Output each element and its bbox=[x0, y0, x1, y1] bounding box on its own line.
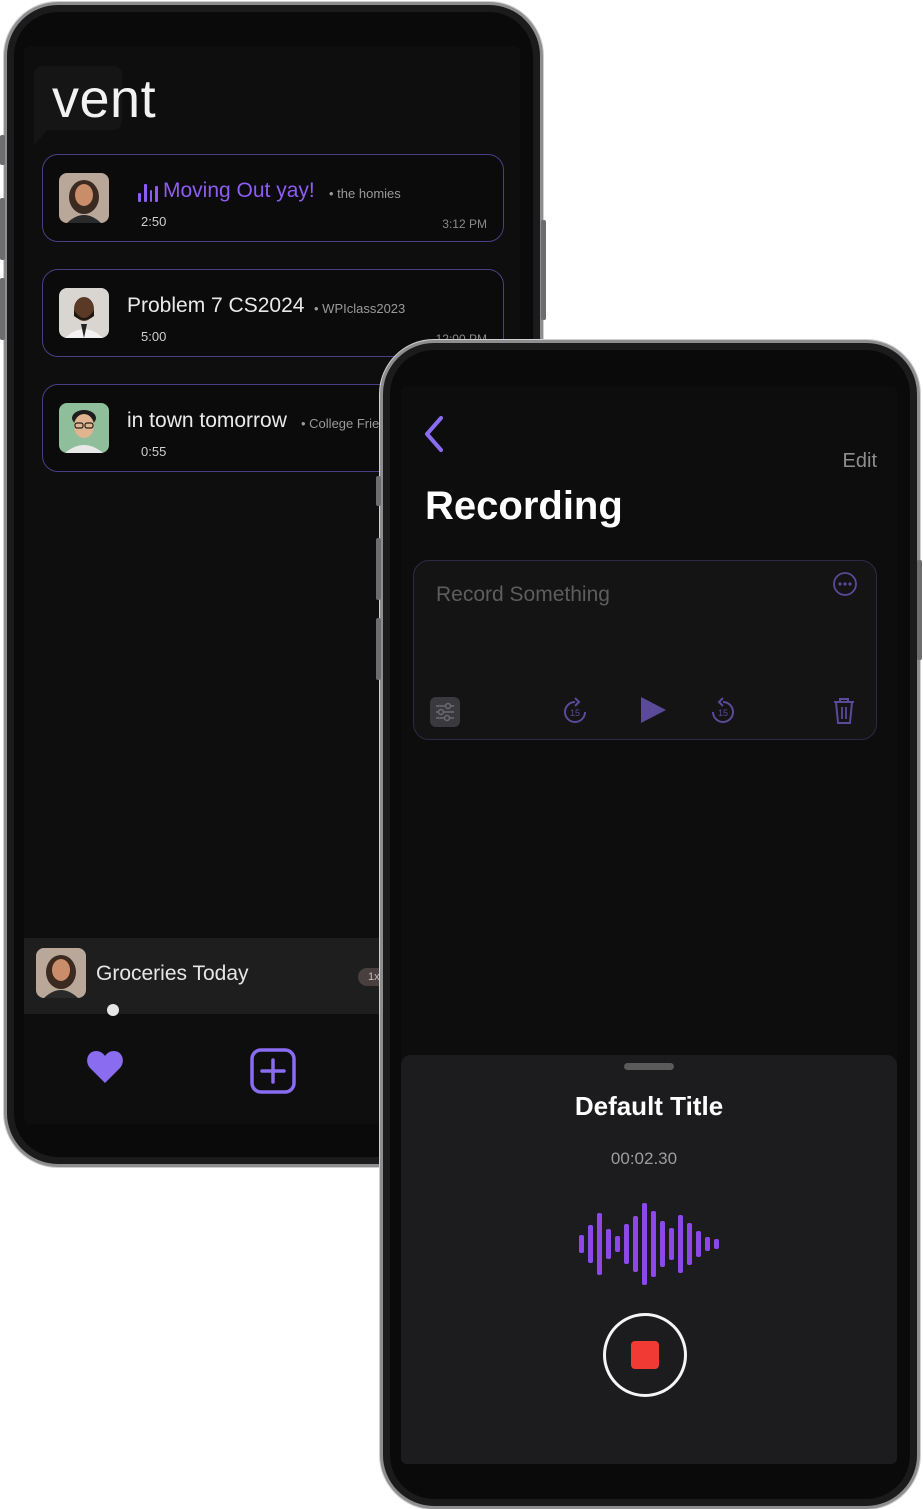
add-square-icon[interactable] bbox=[250, 1048, 296, 1099]
avatar bbox=[59, 403, 109, 453]
avatar bbox=[59, 173, 109, 223]
avatar bbox=[36, 948, 86, 998]
svg-text:15: 15 bbox=[718, 708, 728, 718]
volume-down-button bbox=[0, 278, 5, 340]
app-title: vent bbox=[52, 69, 157, 129]
recording-duration: 5:00 bbox=[141, 329, 167, 344]
svg-text:15: 15 bbox=[570, 708, 580, 718]
recording-title: in town tomorrow bbox=[127, 409, 287, 432]
power-button bbox=[917, 560, 922, 660]
rewind-15-icon[interactable]: 15 bbox=[562, 697, 588, 730]
mini-player-title: Groceries Today bbox=[96, 962, 249, 985]
power-button bbox=[541, 220, 546, 320]
avatar bbox=[59, 288, 109, 338]
recording-duration: 0:55 bbox=[141, 444, 167, 459]
forward-15-icon[interactable]: 15 bbox=[710, 697, 736, 730]
edit-button[interactable]: Edit bbox=[843, 450, 877, 473]
recording-group: • the homies bbox=[329, 186, 401, 201]
recording-title: Moving Out yay! bbox=[163, 179, 315, 202]
sheet-title: Default Title bbox=[574, 1091, 724, 1121]
recording-title: Problem 7 CS2024 bbox=[127, 294, 305, 317]
volume-up-button bbox=[376, 538, 381, 600]
progress-scrubber[interactable] bbox=[107, 1004, 119, 1016]
volume-down-button bbox=[376, 618, 381, 680]
recording-card: Record Something 15 15 bbox=[413, 560, 877, 740]
settings-sliders-icon[interactable] bbox=[430, 697, 460, 732]
volume-up-button bbox=[0, 198, 5, 260]
side-button bbox=[376, 476, 381, 506]
recording-group: • WPIclass2023 bbox=[314, 301, 406, 316]
trash-icon[interactable] bbox=[832, 697, 856, 730]
recording-screen: Edit Recording Record Something 15 15 De… bbox=[401, 386, 897, 1464]
stop-icon bbox=[631, 1341, 659, 1369]
elapsed-time: 00:02.30 bbox=[610, 1149, 678, 1168]
recording-placeholder: Record Something bbox=[436, 583, 610, 606]
recording-time: 3:12 PM bbox=[442, 217, 487, 231]
recording-card[interactable]: Moving Out yay! • the homies 2:50 3:12 P… bbox=[42, 154, 504, 242]
recording-duration: 2:50 bbox=[141, 214, 167, 229]
recording-group: • College Frie bbox=[301, 416, 380, 431]
recording-sheet: Default Title 00:02.30 bbox=[401, 1055, 897, 1464]
logo-bubble-tail bbox=[34, 124, 52, 146]
waveform-icon bbox=[577, 1201, 723, 1292]
play-icon[interactable] bbox=[638, 695, 668, 730]
side-button bbox=[0, 135, 5, 165]
back-chevron-icon[interactable] bbox=[421, 414, 447, 459]
page-title: Recording bbox=[425, 484, 623, 528]
playing-bars-icon bbox=[138, 182, 158, 202]
heart-icon[interactable] bbox=[86, 1050, 124, 1089]
more-options-icon[interactable] bbox=[832, 571, 858, 602]
stop-recording-button[interactable] bbox=[603, 1313, 687, 1397]
sheet-grabber[interactable] bbox=[624, 1063, 674, 1070]
